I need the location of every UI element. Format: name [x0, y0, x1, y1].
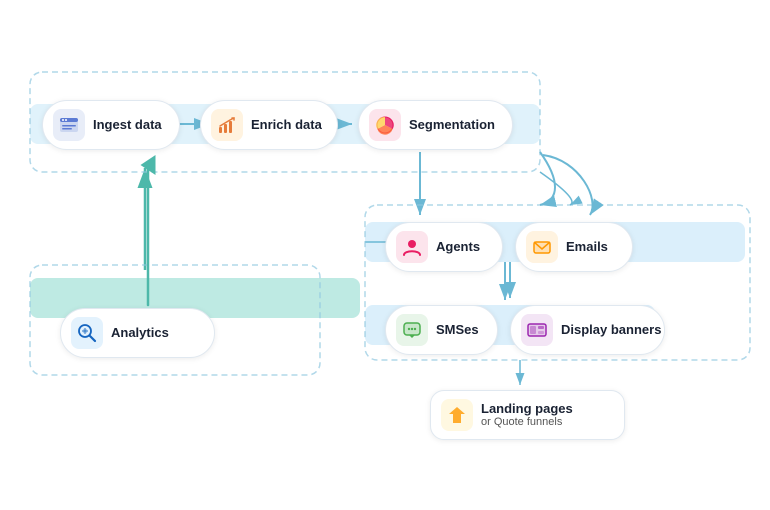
analytics-label: Analytics — [111, 325, 169, 341]
landing-label-line2: or Quote funnels — [481, 416, 573, 429]
landing-label-group: Landing pages or Quote funnels — [481, 401, 573, 430]
agents-icon — [396, 231, 428, 263]
diagram: Ingest data Enrich data Segmentation — [0, 0, 770, 510]
extra-connectors — [0, 0, 770, 510]
ingest-label: Ingest data — [93, 117, 162, 133]
emails-icon — [526, 231, 558, 263]
enrich-label: Enrich data — [251, 117, 322, 133]
ingest-data-card: Ingest data — [42, 100, 180, 150]
display-card: Display banners — [510, 305, 665, 355]
agents-label: Agents — [436, 239, 480, 255]
segmentation-label: Segmentation — [409, 117, 495, 133]
display-label: Display banners — [561, 322, 661, 338]
agents-card: Agents — [385, 222, 503, 272]
landing-label-line1: Landing pages — [481, 401, 573, 417]
emails-card: Emails — [515, 222, 633, 272]
smses-icon — [396, 314, 428, 346]
landing-card: Landing pages or Quote funnels — [430, 390, 625, 440]
connector-lines — [0, 0, 770, 510]
smses-card: SMSes — [385, 305, 498, 355]
segmentation-icon — [369, 109, 401, 141]
smses-label: SMSes — [436, 322, 479, 338]
display-icon — [521, 314, 553, 346]
analytics-icon — [71, 317, 103, 349]
landing-icon — [441, 399, 473, 431]
enrich-icon — [211, 109, 243, 141]
analytics-card: Analytics — [60, 308, 215, 358]
enrich-data-card: Enrich data — [200, 100, 338, 150]
emails-label: Emails — [566, 239, 608, 255]
segmentation-card: Segmentation — [358, 100, 513, 150]
ingest-icon — [53, 109, 85, 141]
